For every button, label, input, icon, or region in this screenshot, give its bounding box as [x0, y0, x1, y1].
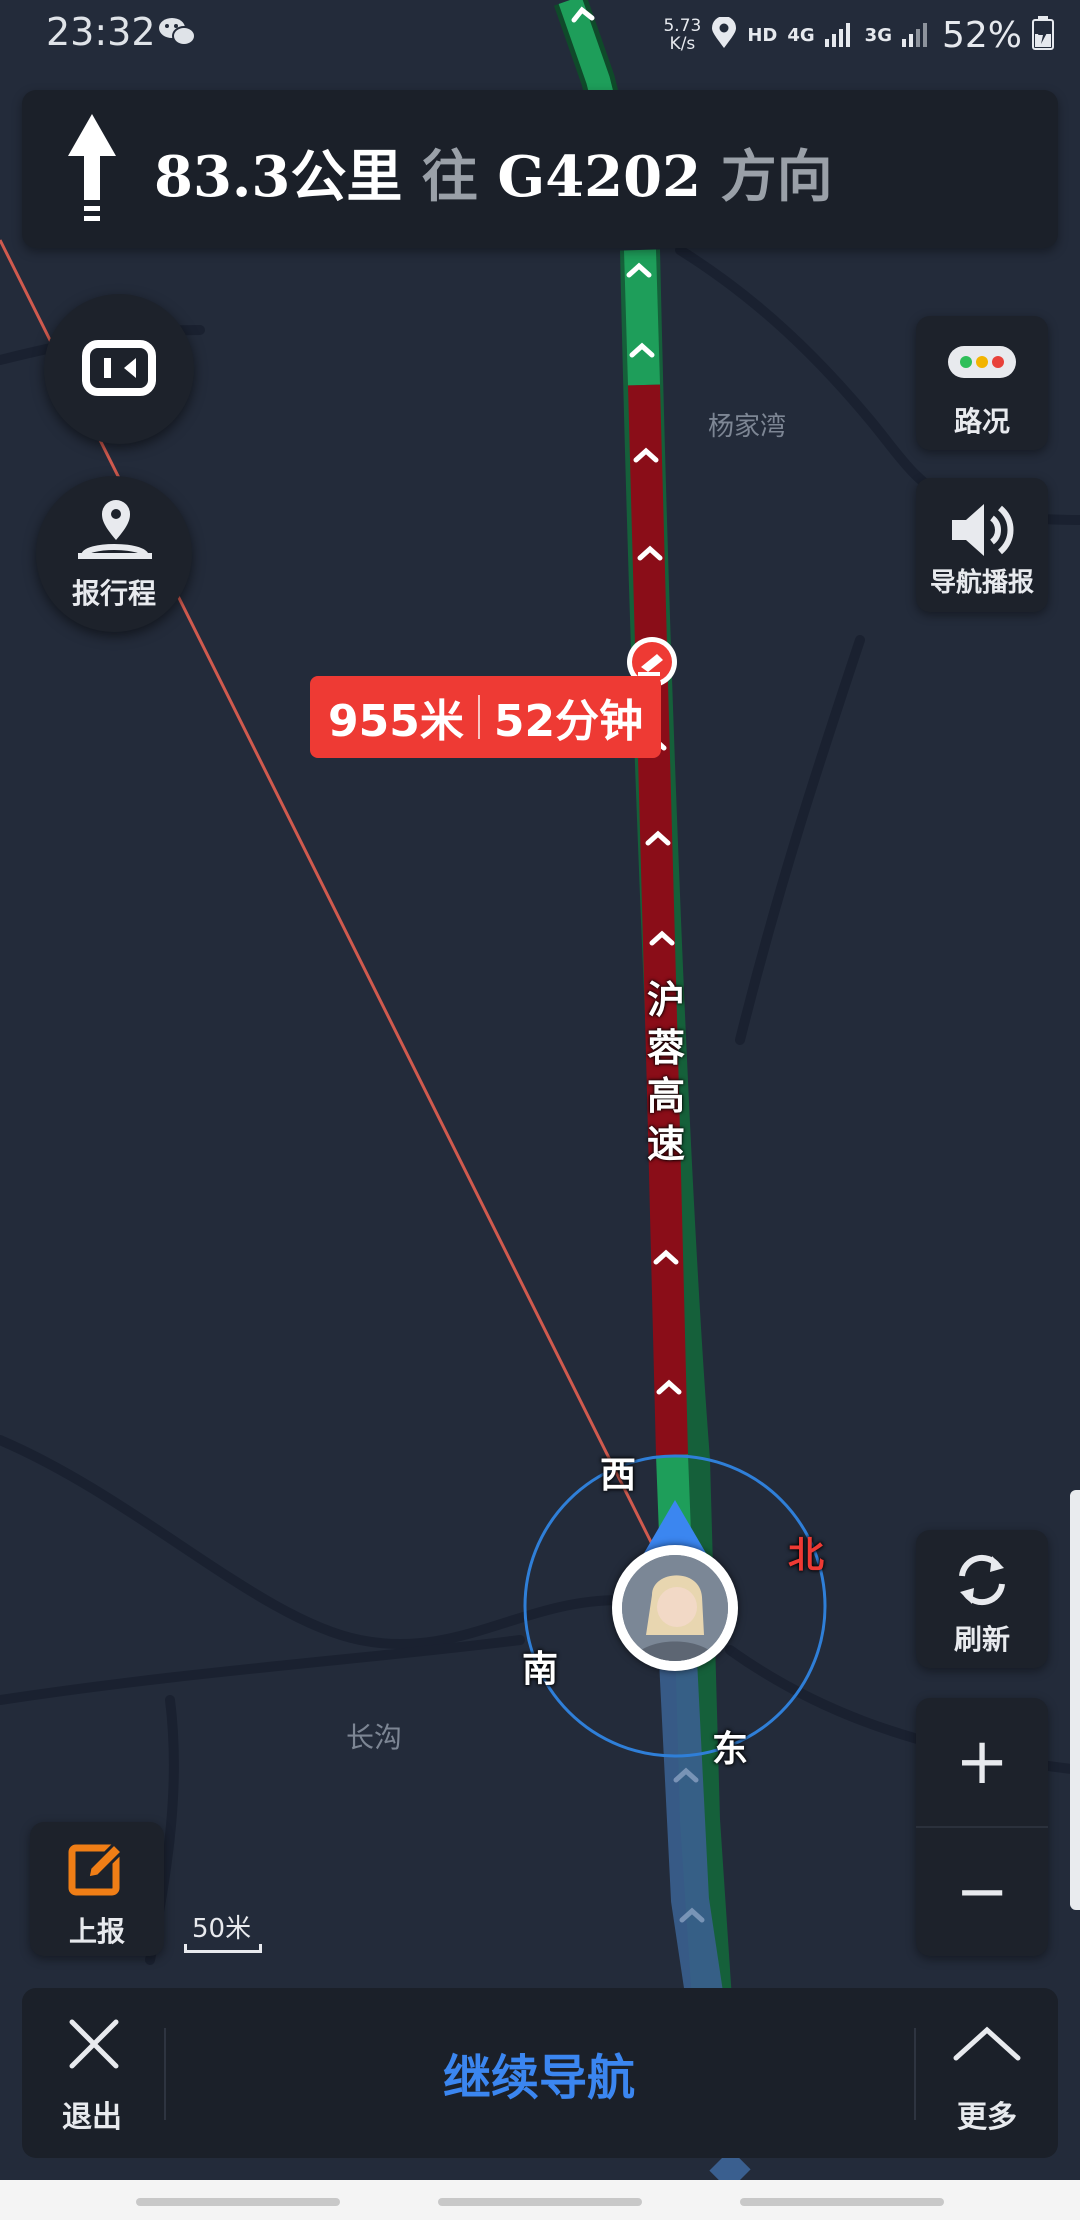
turn-instruction-banner[interactable]: 83.3公里 往 G4202 方向 — [22, 90, 1058, 248]
scale-label: 50米 — [192, 1914, 252, 1944]
report-button[interactable]: 上报 — [30, 1822, 164, 1956]
network-speed: 5.73 K/s — [663, 17, 701, 53]
scale-bar-line — [184, 1950, 262, 1953]
battery-charging-icon — [1032, 16, 1054, 54]
zoom-controls: + − — [916, 1698, 1048, 1956]
congestion-distance: 955米 — [328, 696, 464, 747]
map-scale: 50米 — [184, 1908, 264, 1968]
network-speed-unit: K/s — [669, 34, 696, 54]
traffic-toggle-button[interactable]: 路况 — [916, 316, 1048, 450]
view-toggle-icon — [82, 340, 156, 396]
report-trip-label: 报行程 — [71, 577, 156, 610]
status-indicators: 5.73 K/s HD 4G 3G 52% — [663, 10, 1054, 60]
navigation-bottom-bar: 退出 继续导航 更多 — [22, 1988, 1058, 2158]
exit-label: 退出 — [62, 2100, 122, 2135]
zoom-in-button[interactable]: + — [916, 1698, 1048, 1826]
status-time: 23:32 — [46, 10, 156, 54]
view-mode-button[interactable] — [44, 294, 194, 444]
location-share-icon — [78, 500, 152, 559]
chevron-up-icon — [953, 2026, 1021, 2061]
instruction-text: 83.3公里 往 G4202 方向 — [154, 132, 833, 213]
network-speed-value: 5.73 — [663, 16, 702, 36]
place-label-changgou: 长沟 — [346, 1721, 403, 1754]
network-type-3g: 3G — [864, 24, 892, 46]
traffic-label: 路况 — [953, 405, 1010, 438]
speaker-icon — [952, 504, 1014, 556]
system-nav-home[interactable] — [438, 2198, 642, 2206]
continue-navigation-button[interactable]: 继续导航 — [166, 1988, 912, 2158]
system-navigation-bar — [0, 2180, 1080, 2220]
more-label: 更多 — [957, 2100, 1017, 2135]
continue-navigation-label: 继续导航 — [442, 2050, 635, 2106]
report-label: 上报 — [68, 1915, 125, 1948]
compass-west-label: 西 — [600, 1455, 637, 1496]
instruction-distance: 83.3公里 — [154, 144, 403, 210]
refresh-label: 刷新 — [953, 1623, 1010, 1656]
signal-bars-icon-secondary — [901, 19, 932, 51]
status-bar: 23:32 5.73 K/s HD 4G 3G 52% — [0, 0, 1080, 70]
location-pin-icon — [711, 16, 737, 53]
report-trip-button[interactable]: 报行程 — [36, 476, 192, 632]
current-location-avatar[interactable] — [612, 1545, 738, 1671]
refresh-icon — [959, 1554, 1005, 1606]
system-nav-recent[interactable] — [136, 2198, 340, 2206]
instruction-suffix: 方向 — [720, 144, 833, 210]
side-drawer-handle[interactable] — [1070, 1490, 1080, 1910]
compass-south-label: 南 — [522, 1649, 559, 1690]
congestion-info-callout[interactable]: 955米 52分钟 — [310, 676, 662, 758]
congestion-duration: 52分钟 — [493, 696, 644, 747]
refresh-route-button[interactable]: 刷新 — [916, 1530, 1048, 1668]
close-icon — [69, 2019, 119, 2069]
battery-percentage: 52% — [941, 14, 1022, 56]
zoom-out-button[interactable]: − — [916, 1828, 1048, 1956]
more-options-button[interactable]: 更多 — [916, 1988, 1058, 2158]
signal-bars-icon — [824, 19, 855, 51]
road-name-label: 沪蓉高速 — [646, 978, 685, 1166]
voice-label: 导航播报 — [929, 568, 1034, 598]
network-type-4g: 4G — [787, 24, 815, 46]
instruction-toward: 往 — [421, 144, 478, 210]
exit-button[interactable]: 退出 — [22, 1988, 162, 2158]
voice-broadcast-button[interactable]: 导航播报 — [916, 478, 1048, 612]
place-label-yangjiawan: 杨家湾 — [708, 412, 787, 442]
navigation-screen: 955米 52分钟 杨家湾 长沟 沪蓉高速 西 北 南 东 23:32 5.73… — [0, 0, 1080, 2220]
go-straight-arrow-icon — [62, 112, 122, 232]
instruction-road: G4202 — [497, 144, 702, 210]
traffic-light-icon — [948, 346, 1016, 378]
wechat-notification-icon — [158, 16, 196, 52]
system-nav-back[interactable] — [740, 2198, 944, 2206]
compass-east-label: 东 — [712, 1729, 749, 1770]
scale-bar-tick-left — [184, 1944, 187, 1953]
hd-voice-indicator: HD — [747, 24, 778, 46]
callout-divider — [477, 695, 480, 739]
edit-report-icon — [68, 1841, 125, 1896]
compass-north-label: 北 — [788, 1535, 825, 1576]
scale-bar-tick-right — [259, 1944, 262, 1953]
